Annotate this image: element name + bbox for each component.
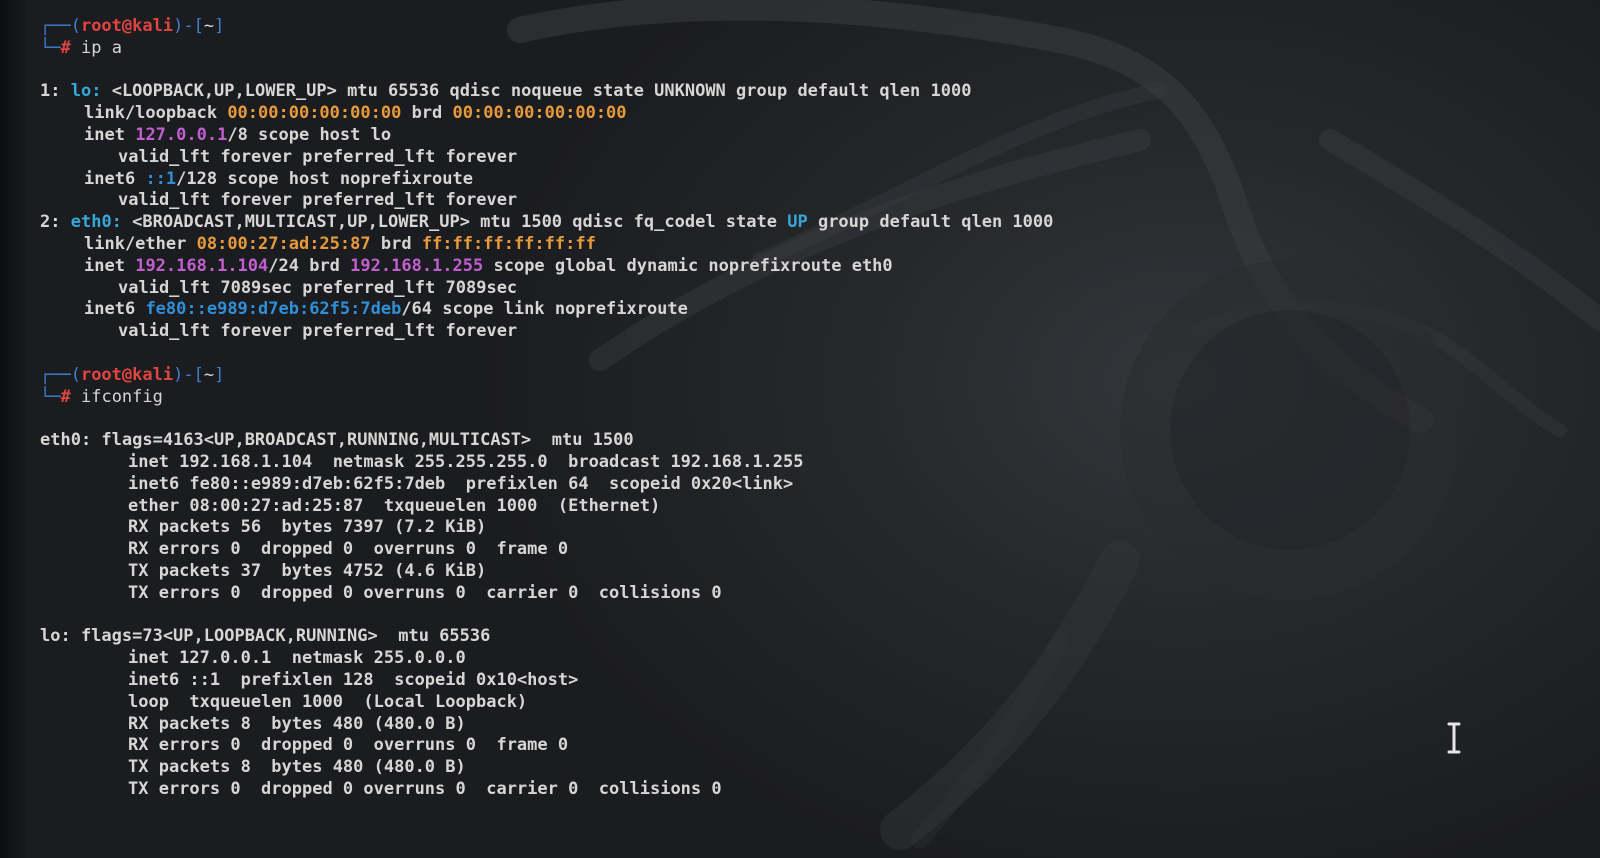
prompt-at: @ bbox=[121, 16, 133, 36]
ipa-lo-inet: inet 127.0.0.1/8 scope host lo bbox=[40, 125, 1520, 147]
ipa-eth0-flags: <BROADCAST,MULTICAST,UP,LOWER_UP> mtu 15… bbox=[132, 212, 777, 233]
ipa-eth0-inet6-label: inet6 bbox=[84, 299, 136, 320]
ipa-eth0-inet6-rest: /64 scope link noprefixroute bbox=[401, 299, 688, 320]
ipa-eth0-inet-mid: /24 brd bbox=[268, 255, 340, 276]
ifconfig-lo-inet: inet 127.0.0.1 netmask 255.0.0.0 bbox=[128, 648, 466, 669]
ifconfig-lo-rx-errors: RX errors 0 dropped 0 overruns 0 frame 0 bbox=[128, 735, 569, 756]
prompt-line-top: ┌──(root@kali)-[~] bbox=[40, 365, 1520, 387]
ipa-lo-valid1: valid_lft forever preferred_lft forever bbox=[118, 146, 518, 167]
ifconfig-eth0-inet: inet 192.168.1.104 netmask 255.255.255.0… bbox=[128, 451, 804, 472]
ipa-eth0-name: eth0: bbox=[70, 212, 122, 233]
text-ibeam-cursor-icon bbox=[1447, 722, 1461, 754]
ifconfig-lo-tx-packets: TX packets 8 bytes 480 (480.0 B) bbox=[128, 757, 466, 778]
ipa-lo-link: link/loopback 00:00:00:00:00:00 brd 00:0… bbox=[40, 103, 1520, 125]
ifconfig-eth0-header: eth0: flags=4163<UP,BROADCAST,RUNNING,MU… bbox=[40, 430, 634, 451]
ipa-lo-inet6-label: inet6 bbox=[84, 168, 136, 189]
ipa-eth0-valid1: valid_lft 7089sec preferred_lft 7089sec bbox=[118, 277, 518, 298]
prompt-host: kali bbox=[132, 16, 174, 36]
ipa-lo-brd-label: brd bbox=[411, 103, 443, 124]
ifconfig-lo-rx-packets: RX packets 8 bytes 480 (480.0 B) bbox=[128, 713, 466, 734]
ipa-eth0-link-label: link/ether bbox=[84, 233, 187, 254]
prompt-frame-close: ] bbox=[214, 364, 225, 385]
prompt-dir: ~ bbox=[203, 16, 215, 36]
prompt-user: root bbox=[80, 16, 122, 36]
ifconfig-eth0-tx-errors: TX errors 0 dropped 0 overruns 0 carrier… bbox=[128, 582, 722, 603]
prompt-hash: # bbox=[60, 37, 71, 58]
prompt-frame-close: ] bbox=[214, 16, 225, 36]
ifconfig-eth0-tx-packets: TX packets 37 bytes 4752 (4.6 KiB) bbox=[128, 560, 487, 581]
prompt-frame-bottom: └─ bbox=[40, 386, 61, 407]
prompt-line-command: └─# ip a bbox=[40, 38, 1520, 60]
ipa-eth0-inet-brd: 192.168.1.255 bbox=[350, 255, 484, 276]
ifconfig-lo-loop: loop txqueuelen 1000 (Local Loopback) bbox=[128, 691, 528, 712]
command-ip-a: ip a bbox=[80, 37, 122, 58]
prompt-frame-open: ┌──( bbox=[40, 364, 81, 385]
prompt-line-top: ┌──(root@kali)-[~] bbox=[40, 16, 1520, 38]
ipa-eth0-inet-label: inet bbox=[84, 255, 125, 276]
terminal-output[interactable]: ┌──(root@kali)-[~] └─# ip a 1: lo: <LOOP… bbox=[40, 16, 1520, 846]
ifconfig-eth0-rx-errors: RX errors 0 dropped 0 overruns 0 frame 0 bbox=[128, 539, 569, 560]
ipa-eth0-index: 2: bbox=[40, 212, 61, 233]
ipa-lo-inet-label: inet bbox=[84, 124, 125, 145]
ipa-eth0-brd-label: brd bbox=[380, 233, 412, 254]
ipa-lo-link-label: link/loopback bbox=[84, 103, 218, 124]
ipa-lo-flags: <LOOPBACK,UP,LOWER_UP> mtu 65536 qdisc n… bbox=[111, 81, 972, 102]
command-ifconfig: ifconfig bbox=[80, 386, 163, 407]
ipa-eth0-inet-addr: 192.168.1.104 bbox=[135, 255, 269, 276]
ipa-lo-header: 1: lo: <LOOPBACK,UP,LOWER_UP> mtu 65536 … bbox=[40, 81, 1520, 103]
prompt-host: kali bbox=[132, 364, 174, 385]
prompt-frame-open: ┌──( bbox=[40, 16, 81, 36]
ifconfig-eth0-ether: ether 08:00:27:ad:25:87 txqueuelen 1000 … bbox=[128, 495, 661, 516]
ifconfig-eth0-rx-packets: RX packets 56 bytes 7397 (7.2 KiB) bbox=[128, 517, 487, 538]
ipa-eth0-header: 2: eth0: <BROADCAST,MULTICAST,UP,LOWER_U… bbox=[40, 212, 1520, 234]
prompt-at: @ bbox=[121, 364, 133, 385]
ipa-lo-inet-addr: 127.0.0.1 bbox=[135, 124, 228, 145]
ipa-eth0-flags-after: group default qlen 1000 bbox=[817, 212, 1054, 233]
ifconfig-lo-tx-errors: TX errors 0 dropped 0 overruns 0 carrier… bbox=[128, 778, 722, 799]
ipa-eth0-link-mac: 08:00:27:ad:25:87 bbox=[196, 233, 371, 254]
terminal-screen[interactable]: ┌──(root@kali)-[~] └─# ip a 1: lo: <LOOP… bbox=[0, 0, 1600, 858]
ifconfig-eth0-inet6: inet6 fe80::e989:d7eb:62f5:7deb prefixle… bbox=[128, 473, 794, 494]
prompt-user: root bbox=[80, 364, 122, 385]
ipa-eth0-state: UP bbox=[787, 212, 808, 233]
ifconfig-lo-inet6: inet6 ::1 prefixlen 128 scopeid 0x10<hos… bbox=[128, 669, 579, 690]
prompt-frame-mid: )-[ bbox=[173, 364, 204, 385]
ipa-eth0-link: link/ether 08:00:27:ad:25:87 brd ff:ff:f… bbox=[40, 234, 1520, 256]
ipa-eth0-inet: inet 192.168.1.104/24 brd 192.168.1.255 … bbox=[40, 256, 1520, 278]
ifconfig-lo-header: lo: flags=73<UP,LOOPBACK,RUNNING> mtu 65… bbox=[40, 626, 491, 647]
ipa-lo-inet6: inet6 ::1/128 scope host noprefixroute bbox=[40, 169, 1520, 191]
prompt-dir: ~ bbox=[203, 364, 215, 385]
ipa-lo-inet-rest: /8 scope host lo bbox=[227, 124, 392, 145]
ipa-eth0-brd-mac: ff:ff:ff:ff:ff:ff bbox=[421, 233, 596, 254]
ipa-eth0-valid2: valid_lft forever preferred_lft forever bbox=[118, 321, 518, 342]
prompt-frame-mid: )-[ bbox=[173, 16, 204, 36]
ipa-lo-valid2: valid_lft forever preferred_lft forever bbox=[118, 190, 518, 211]
ipa-lo-inet6-rest: /128 scope host noprefixroute bbox=[176, 168, 473, 189]
ipa-eth0-inet6-addr: fe80::e989:d7eb:62f5:7deb bbox=[145, 299, 402, 320]
ipa-eth0-inet6: inet6 fe80::e989:d7eb:62f5:7deb/64 scope… bbox=[40, 299, 1520, 321]
ipa-lo-inet6-addr: ::1 bbox=[145, 168, 177, 189]
prompt-hash: # bbox=[60, 386, 71, 407]
screen-bezel bbox=[0, 0, 30, 858]
prompt-frame-bottom: └─ bbox=[40, 37, 61, 58]
ipa-eth0-inet-rest: scope global dynamic noprefixroute eth0 bbox=[493, 255, 893, 276]
ipa-lo-name: lo: bbox=[70, 81, 102, 102]
ipa-lo-index: 1: bbox=[40, 81, 61, 102]
ipa-lo-link-mac: 00:00:00:00:00:00 bbox=[227, 103, 402, 124]
prompt-line-command: └─# ifconfig bbox=[40, 387, 1520, 409]
ipa-lo-brd-mac: 00:00:00:00:00:00 bbox=[452, 103, 627, 124]
